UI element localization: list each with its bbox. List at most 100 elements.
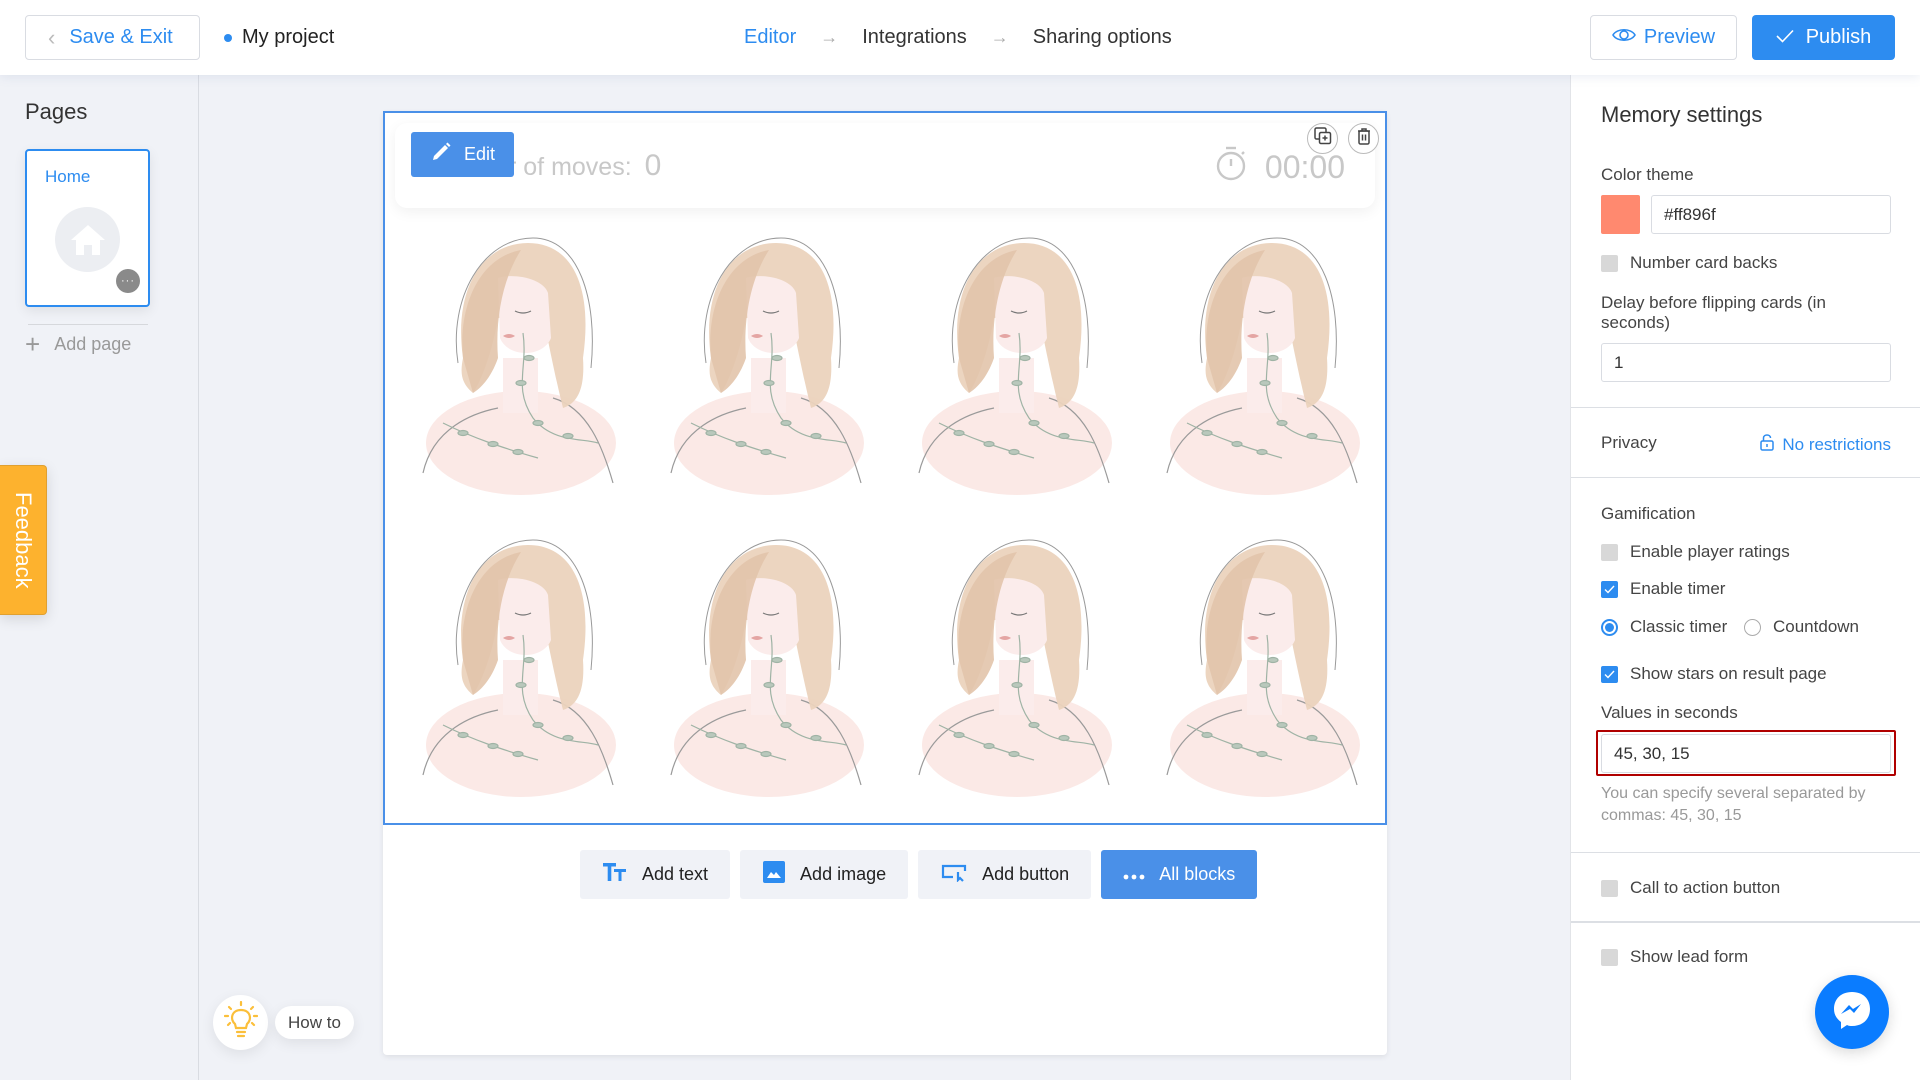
memory-card[interactable] [403, 520, 635, 802]
add-text-label: Add text [642, 864, 709, 884]
add-image-button[interactable]: Add image [740, 850, 909, 899]
radio-unselected-icon [1744, 618, 1761, 636]
card-illustration [422, 237, 616, 495]
publish-button[interactable]: Publish [1752, 15, 1895, 60]
color-theme-input[interactable]: #ff896f [1651, 195, 1891, 234]
step-editor[interactable]: Editor [744, 26, 796, 49]
edit-label: Edit [463, 144, 496, 164]
memory-game-block[interactable]: r of moves: 0 00:00 Edit [383, 111, 1387, 825]
privacy-label: Privacy [1601, 433, 1657, 452]
text-icon [602, 861, 628, 888]
stopwatch-icon [1215, 145, 1247, 189]
memory-card[interactable] [899, 520, 1131, 802]
arrow-right-icon: → [990, 27, 1009, 47]
memory-card[interactable] [1147, 218, 1379, 500]
values-in-seconds-label: Values in seconds [1601, 703, 1738, 722]
memory-card[interactable] [651, 218, 883, 500]
page-thumbnail-home[interactable]: Home ··· [25, 149, 150, 307]
publish-label: Publish [1805, 26, 1872, 48]
more-dots-icon [1123, 864, 1145, 885]
add-button-button[interactable]: Add button [918, 850, 1092, 899]
delay-input[interactable]: 1 [1601, 343, 1891, 382]
values-hint: You can specify several separated by com… [1601, 785, 1866, 824]
save-exit-label: Save & Exit [69, 26, 173, 48]
card-illustration [918, 237, 1112, 495]
add-image-label: Add image [800, 864, 887, 884]
all-blocks-button[interactable]: All blocks [1101, 850, 1258, 899]
moves-counter: r of moves: 0 [508, 149, 661, 183]
values-in-seconds-input[interactable]: 45, 30, 15 [1601, 734, 1891, 773]
show-stars-checkbox[interactable]: Show stars on result page [1601, 664, 1827, 684]
enable-player-ratings-checkbox[interactable]: Enable player ratings [1601, 542, 1790, 562]
preview-label: Preview [1643, 26, 1716, 48]
duplicate-block-button[interactable] [1307, 123, 1338, 154]
delay-label: Delay before flipping cards (in seconds) [1601, 293, 1826, 332]
page-options-button[interactable]: ··· [116, 269, 140, 293]
card-illustration [918, 539, 1112, 797]
duplicate-icon [1313, 127, 1332, 150]
add-block-toolbar: Add text Add image Add button All blocks [580, 850, 1258, 899]
divider [1571, 921, 1920, 923]
divider [1571, 477, 1920, 478]
show-lead-form-checkbox[interactable]: Show lead form [1601, 947, 1748, 967]
add-button-label: Add button [982, 864, 1070, 884]
project-title: My project [242, 26, 335, 48]
delete-block-button[interactable] [1348, 123, 1379, 154]
card-illustration [422, 539, 616, 797]
pages-title: Pages [25, 99, 88, 124]
divider [1571, 407, 1920, 408]
editor-canvas: r of moves: 0 00:00 Edit Add text Add im… [383, 111, 1387, 1055]
card-illustration [1166, 539, 1360, 797]
feedback-label: Feedback [11, 491, 36, 589]
how-to-button[interactable] [213, 995, 268, 1050]
feedback-tab[interactable]: Feedback [0, 465, 47, 615]
add-page-button[interactable]: + Add page [25, 331, 131, 357]
card-grid [403, 218, 1369, 802]
settings-panel: Memory settings Color theme #ff896f Numb… [1570, 75, 1920, 1080]
privacy-setting-link[interactable]: No restrictions [1760, 433, 1891, 456]
messenger-chat-button[interactable] [1815, 975, 1889, 1049]
add-text-button[interactable]: Add text [580, 850, 731, 899]
number-card-backs-label: Number card backs [1630, 253, 1778, 272]
enable-timer-label: Enable timer [1630, 579, 1726, 598]
messenger-icon [1830, 988, 1874, 1037]
classic-timer-radio[interactable]: Classic timer [1601, 617, 1727, 637]
checkbox-unchecked-icon [1601, 254, 1618, 272]
game-header: r of moves: 0 00:00 [395, 123, 1375, 208]
memory-card[interactable] [651, 520, 883, 802]
step-sharing-options[interactable]: Sharing options [1033, 26, 1172, 49]
memory-card[interactable] [1147, 520, 1379, 802]
chevron-left-icon: ‹ [48, 24, 56, 50]
status-dot-icon [224, 33, 232, 42]
checkbox-checked-icon [1601, 580, 1618, 598]
checkbox-unchecked-icon [1601, 879, 1618, 897]
checkbox-checked-icon [1601, 665, 1618, 683]
call-to-action-checkbox[interactable]: Call to action button [1601, 878, 1780, 898]
gamification-label: Gamification [1601, 504, 1696, 523]
image-icon [762, 860, 786, 889]
preview-button[interactable]: Preview [1590, 15, 1737, 60]
save-exit-button[interactable]: ‹ Save & Exit [25, 15, 200, 60]
checkbox-unchecked-icon [1601, 948, 1618, 966]
checkmark-icon [1776, 26, 1794, 49]
memory-card[interactable] [899, 218, 1131, 500]
memory-card[interactable] [403, 218, 635, 500]
color-swatch[interactable] [1601, 195, 1640, 234]
countdown-radio[interactable]: Countdown [1744, 617, 1859, 637]
all-blocks-label: All blocks [1159, 864, 1236, 884]
edit-block-button[interactable]: Edit [411, 132, 514, 177]
trash-icon [1356, 127, 1372, 150]
unlock-icon [1760, 433, 1775, 456]
plus-icon: + [25, 329, 41, 359]
moves-value: 0 [644, 149, 662, 182]
enable-timer-checkbox[interactable]: Enable timer [1601, 579, 1725, 599]
step-integrations[interactable]: Integrations [862, 26, 967, 49]
moves-label: r of moves: [508, 153, 632, 181]
top-bar: ‹ Save & Exit My project Editor → Integr… [0, 0, 1920, 75]
card-illustration [670, 237, 864, 495]
color-theme-label: Color theme [1601, 165, 1694, 184]
home-icon [55, 207, 120, 272]
number-card-backs-checkbox[interactable]: Number card backs [1601, 253, 1777, 273]
countdown-label: Countdown [1773, 617, 1860, 636]
how-to-label[interactable]: How to [275, 1006, 354, 1039]
